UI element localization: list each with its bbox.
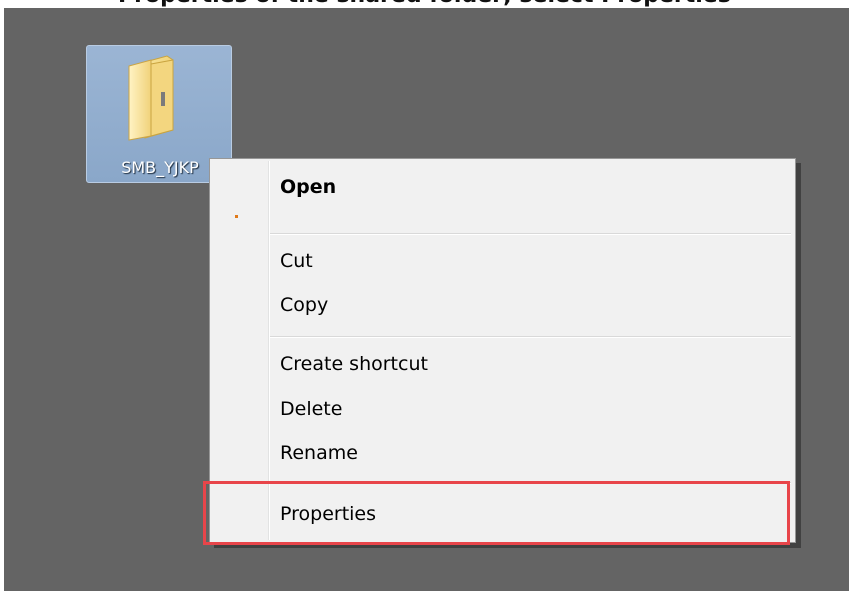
menu-item-label: Cut — [280, 250, 313, 272]
menu-separator — [270, 233, 791, 235]
menu-item-label: Copy — [280, 294, 329, 316]
default-item-marker — [235, 215, 238, 218]
menu-item-copy[interactable]: Copy — [212, 285, 793, 325]
folder-icon — [128, 55, 174, 141]
menu-item-label: Open — [280, 176, 337, 198]
bottom-strip — [0, 591, 849, 599]
menu-item-label: Delete — [280, 398, 343, 420]
menu-item-create-shortcut[interactable]: Create shortcut — [212, 344, 793, 384]
menu-item-delete[interactable]: Delete — [212, 389, 793, 429]
properties-highlight-box — [203, 481, 790, 545]
menu-item-label: Create shortcut — [280, 353, 428, 375]
menu-item-open[interactable]: Open — [212, 167, 793, 209]
caption-text: Properties of the shared folder; select … — [118, 0, 731, 8]
caption-strip: Properties of the shared folder; select … — [0, 0, 849, 8]
menu-item-rename[interactable]: Rename — [212, 433, 793, 473]
menu-item-cut[interactable]: Cut — [212, 241, 793, 281]
menu-separator — [270, 336, 791, 338]
menu-item-label: Rename — [280, 442, 358, 464]
